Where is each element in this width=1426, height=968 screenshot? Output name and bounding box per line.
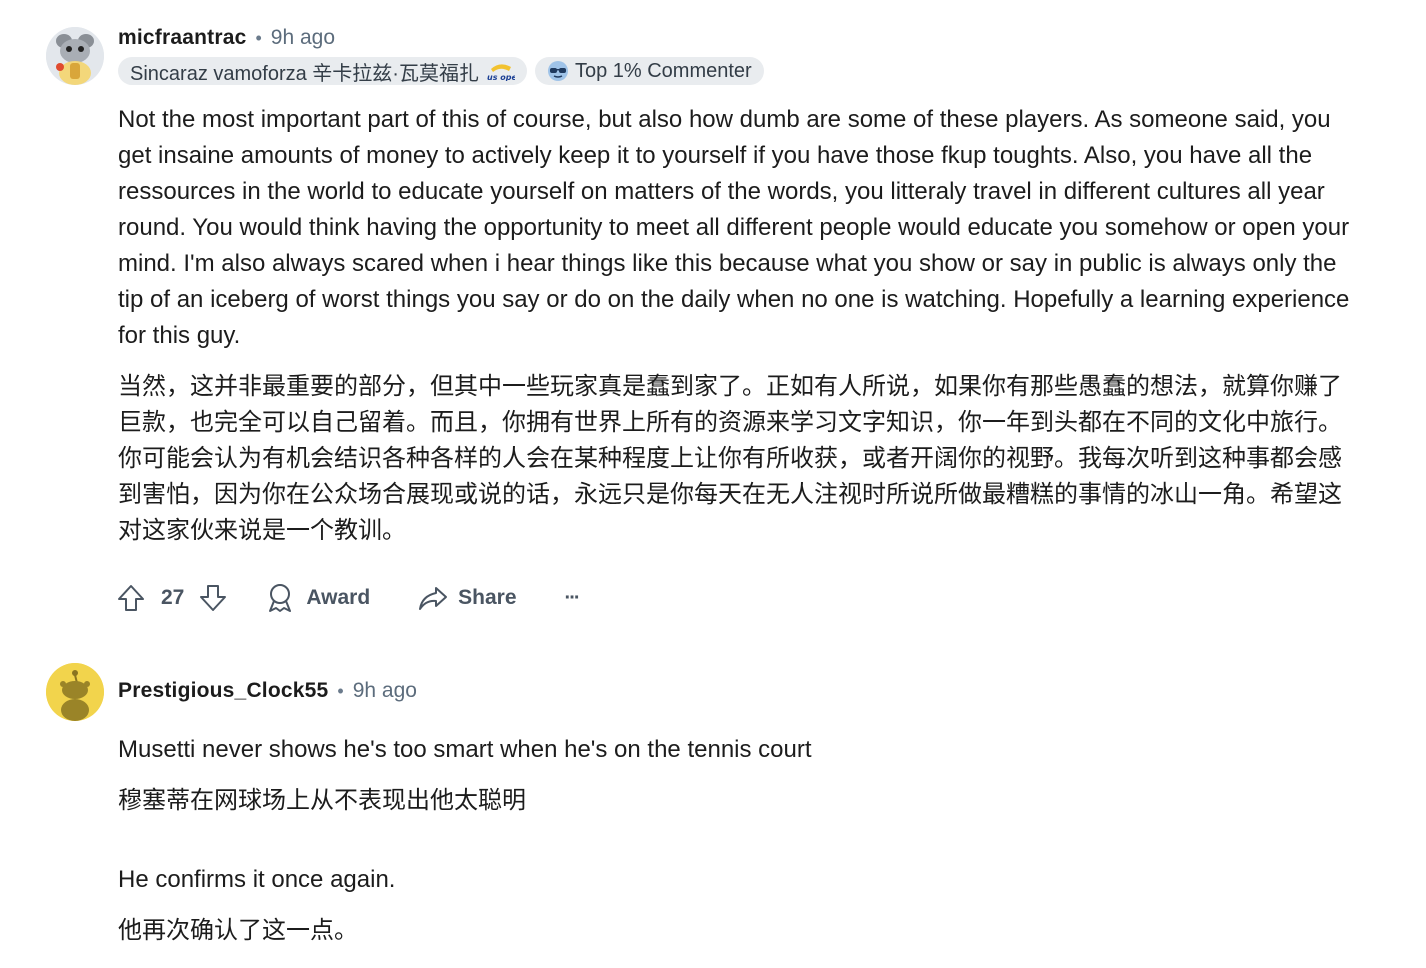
- snoo-avatar-icon: [46, 663, 104, 721]
- timestamp[interactable]: 9h ago: [271, 26, 335, 50]
- more-options-button[interactable]: ···: [564, 586, 581, 610]
- comment-paragraph: Musetti never shows he's too smart when …: [118, 736, 812, 763]
- downvote-button[interactable]: [198, 583, 228, 613]
- top-commenter-badge[interactable]: Top 1% Commenter: [534, 57, 764, 85]
- comment-header: micfraantrac • 9h ago: [118, 26, 335, 50]
- comment-paragraph: Not the most important part of this of c…: [118, 106, 1350, 349]
- comment-header: Prestigious_Clock55 • 9h ago: [118, 679, 417, 703]
- share-label: Share: [458, 586, 517, 609]
- award-label: Award: [306, 586, 371, 609]
- sunglasses-icon: [547, 60, 569, 82]
- user-flair: Sincaraz vamoforza 辛卡拉兹·瓦莫福扎 us open: [118, 57, 527, 85]
- svg-text:us open: us open: [487, 73, 515, 81]
- separator-dot: •: [255, 27, 262, 48]
- upvote-button[interactable]: [116, 583, 146, 613]
- avatar[interactable]: [46, 663, 104, 721]
- snoo-avatar-icon: [46, 27, 104, 85]
- upvote-icon: [118, 585, 144, 611]
- flair-row: Sincaraz vamoforza 辛卡拉兹·瓦莫福扎 us open Top…: [118, 57, 764, 85]
- username[interactable]: Prestigious_Clock55: [118, 679, 328, 703]
- separator-dot: •: [337, 680, 344, 701]
- vote-score: 27: [161, 586, 185, 609]
- comment-paragraph: 穆塞蒂在网球场上从不表现出他太聪明: [118, 787, 526, 814]
- share-button[interactable]: Share: [418, 584, 517, 612]
- comment-actions: 27 Award Share ···: [116, 583, 581, 613]
- downvote-icon: [200, 585, 227, 611]
- badge-label: Top 1% Commenter: [574, 59, 752, 82]
- comment-body: Musetti never shows he's too smart when …: [118, 732, 1358, 949]
- comment-paragraph: He confirms it once again.: [118, 866, 396, 893]
- username[interactable]: micfraantrac: [118, 26, 246, 50]
- comment-paragraph: 他再次确认了这一点。: [118, 917, 358, 944]
- more-options-icon: ···: [564, 586, 581, 609]
- share-icon: [419, 587, 448, 610]
- timestamp[interactable]: 9h ago: [353, 679, 417, 703]
- us-open-logo-icon: us open: [485, 61, 523, 82]
- avatar[interactable]: [46, 27, 104, 85]
- user-flair-text: Sincaraz vamoforza 辛卡拉兹·瓦莫福扎: [130, 62, 479, 85]
- award-button[interactable]: Award: [266, 583, 370, 613]
- comment-body: Not the most important part of this of c…: [118, 102, 1358, 549]
- award-icon: [269, 584, 292, 612]
- comment-paragraph: 当然，这并非最重要的部分，但其中一些玩家真是蠢到家了。正如有人所说，如果你有那些…: [118, 373, 1342, 544]
